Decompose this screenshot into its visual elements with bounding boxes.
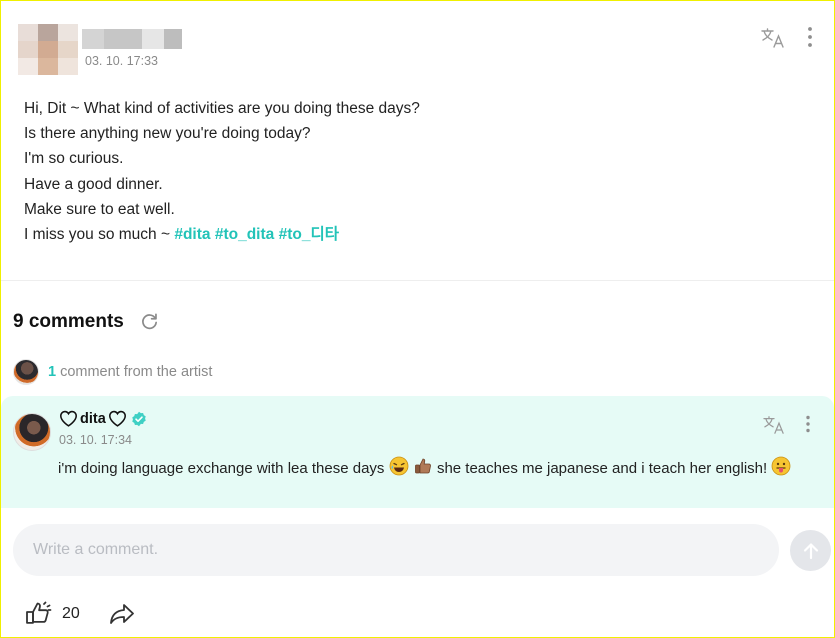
author-avatar-blurred[interactable] (18, 24, 78, 75)
comments-title: 9 comments (13, 311, 124, 332)
post-line: Is there anything new you're doing today… (24, 125, 311, 143)
post-date: 03. 10. 17:33 (85, 54, 158, 68)
thumbs-up-emoji (414, 458, 431, 474)
laughing-emoji (389, 456, 408, 476)
share-button[interactable] (108, 602, 136, 631)
translate-icon[interactable] (761, 27, 785, 54)
verified-icon (132, 411, 146, 426)
artist-comment-label: 1 comment from the artist (48, 364, 212, 380)
share-icon (110, 604, 134, 624)
artist-comment-card: dita 03. 10. 17:34 i'm doing language ex… (1, 396, 834, 508)
comment-author[interactable]: dita (59, 410, 147, 427)
more-options-icon[interactable] (807, 26, 813, 53)
more-options-icon[interactable] (805, 415, 811, 438)
send-arrow-icon (803, 542, 818, 559)
hashtag-link[interactable]: #to_디타 (279, 226, 339, 243)
post-line: I'm so curious. (24, 150, 124, 168)
artist-avatar (13, 359, 39, 385)
post-line: Have a good dinner. (24, 175, 163, 193)
comment-text: i'm doing language exchange with lea the… (58, 456, 798, 480)
post-line: Make sure to eat well. (24, 200, 175, 218)
heart-outline-icon (59, 410, 78, 427)
hashtag-link[interactable]: #to_dita (215, 226, 274, 243)
post-line-last: I miss you so much ~ #dita #to_dita #to_… (24, 222, 420, 247)
post-line: Hi, Dit ~ What kind of activities are yo… (24, 100, 420, 117)
artist-comment-count: 1 (48, 364, 57, 380)
section-divider (1, 280, 834, 281)
refresh-icon[interactable] (140, 312, 159, 336)
comment-text-part: she teaches me japanese and i teach her … (436, 460, 768, 477)
author-name-blurred[interactable] (82, 29, 182, 49)
send-button[interactable] (790, 530, 831, 571)
comment-text-part: i'm doing language exchange with lea the… (58, 460, 385, 477)
tongue-out-emoji (771, 456, 791, 476)
artist-comment-text: comment from the artist (60, 364, 213, 380)
hashtag-link[interactable]: #dita (174, 226, 210, 243)
like-button[interactable]: 20 (24, 601, 80, 627)
like-count: 20 (62, 605, 80, 622)
like-icon (26, 601, 52, 624)
comment-author-name: dita (80, 410, 106, 427)
comment-input[interactable] (13, 524, 779, 576)
artist-comment-filter[interactable]: 1 comment from the artist (13, 359, 212, 385)
post-body: Hi, Dit ~ What kind of activities are yo… (24, 96, 420, 247)
post-line-text: I miss you so much ~ (24, 226, 175, 244)
translate-icon[interactable] (763, 415, 785, 440)
comment-date: 03. 10. 17:34 (59, 433, 132, 447)
comment-author-avatar[interactable] (13, 413, 51, 451)
heart-outline-icon (108, 410, 126, 427)
